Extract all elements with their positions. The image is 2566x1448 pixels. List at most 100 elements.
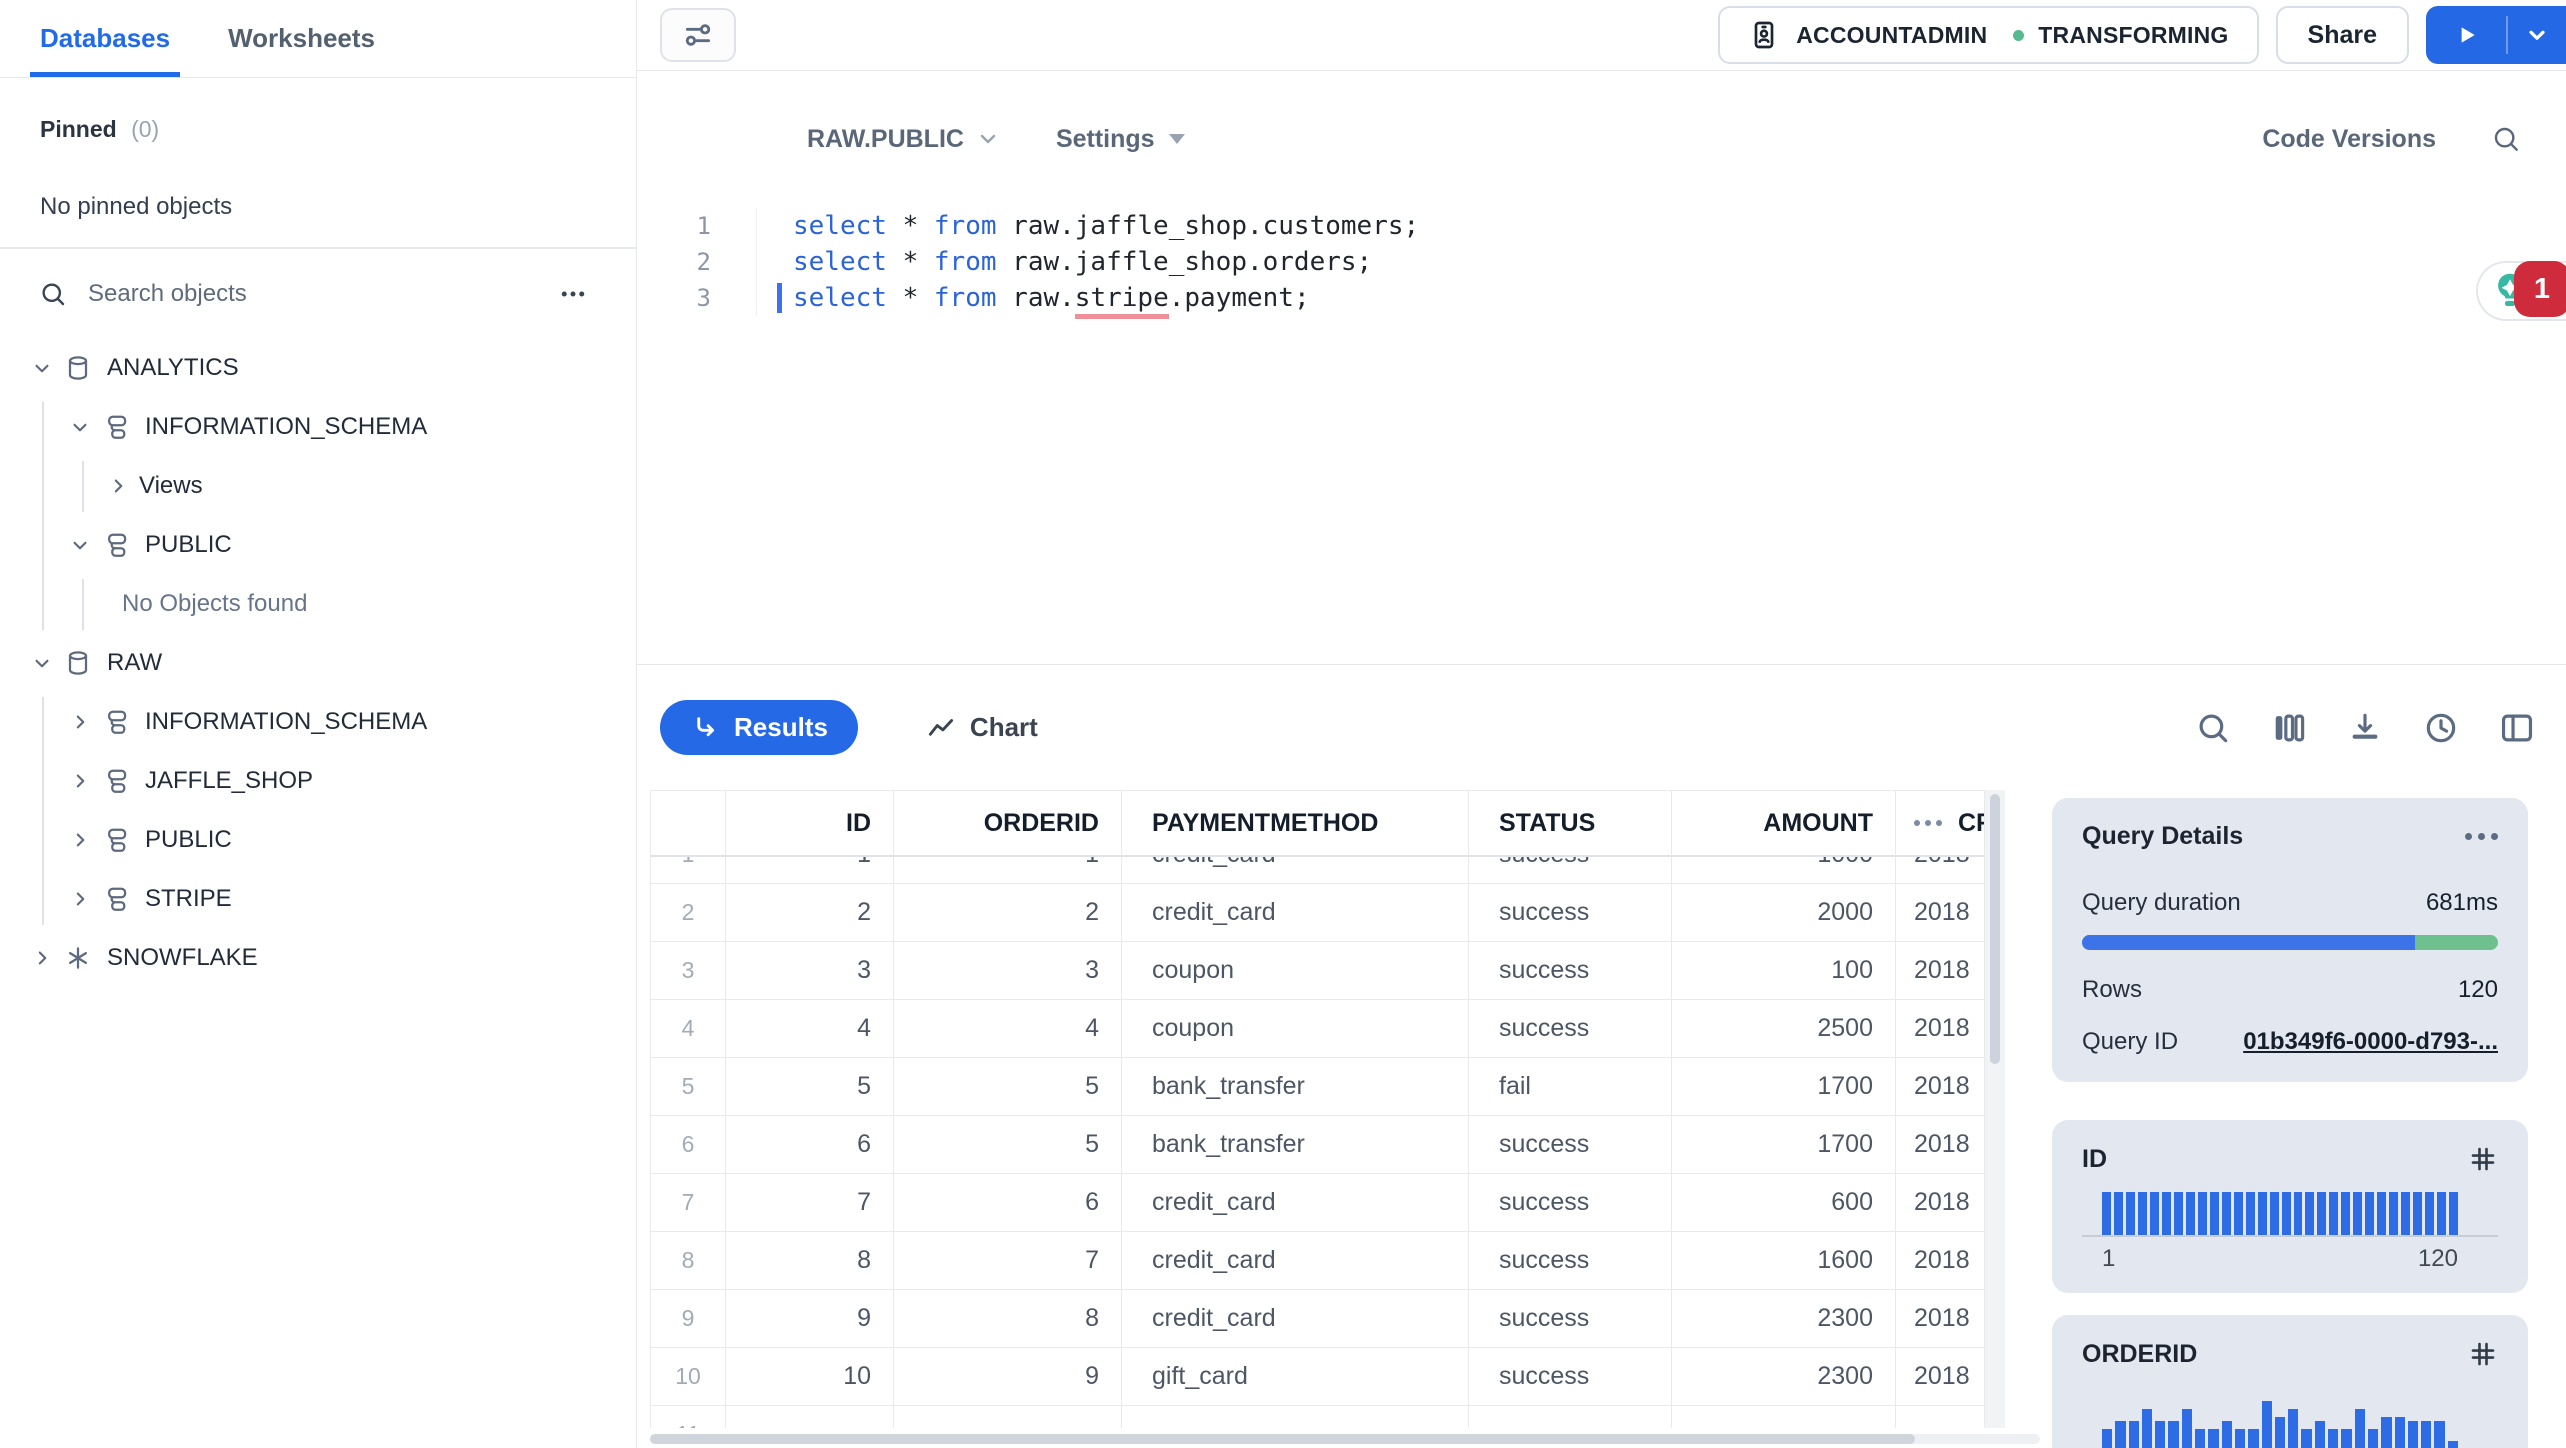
code-area[interactable]: 1 2 3 select * from raw.jaffle_shop.custom…	[637, 208, 2566, 319]
column-header-paymentmethod[interactable]: PAYMENTMETHOD	[1122, 791, 1469, 857]
columns-button[interactable]	[2270, 709, 2308, 747]
run-button[interactable]	[2426, 6, 2506, 64]
table-row[interactable]: 7 7 6 credit_card success 600 2018	[651, 1174, 1985, 1232]
role-label: ACCOUNTADMIN	[1796, 21, 1988, 48]
tree-item-jaffle-shop[interactable]: JAFFLE_SHOP	[0, 752, 636, 811]
chevron-right-icon[interactable]	[67, 827, 93, 853]
horizontal-scrollbar[interactable]	[650, 1434, 2040, 1444]
search-options-button[interactable]	[558, 279, 598, 309]
tab-results[interactable]: Results	[660, 700, 858, 755]
object-tree: ANALYTICS INFORMATION_SCHEMA Views PUBLIC No…	[0, 339, 636, 988]
column-header-orderid[interactable]: ORDERID	[894, 791, 1122, 857]
id-histogram	[2082, 1192, 2498, 1237]
object-search-row	[0, 249, 636, 339]
run-options-button[interactable]	[2508, 6, 2566, 64]
tree-item-stripe[interactable]: STRIPE	[0, 870, 636, 929]
table-cell: 2018	[1896, 1348, 1985, 1406]
table-row[interactable]: 4 4 4 coupon success 2500 2018	[651, 1000, 1985, 1058]
download-button[interactable]	[2346, 709, 2384, 747]
histogram-bar	[2233, 1192, 2243, 1235]
chevron-right-icon[interactable]	[67, 886, 93, 912]
editor-search-button[interactable]	[2490, 123, 2522, 155]
table-row[interactable]: 3 3 3 coupon success 100 2018	[651, 942, 1985, 1000]
code-versions-button[interactable]: Code Versions	[2262, 125, 2436, 154]
tree-item-analytics[interactable]: ANALYTICS	[0, 339, 636, 398]
assistant-suggestion-pill[interactable]: 1	[2476, 261, 2566, 321]
table-cell: 1600	[1672, 1232, 1896, 1290]
code-line-2[interactable]: select * from raw.jaffle_shop.orders;	[793, 244, 1419, 280]
play-icon	[2453, 22, 2479, 48]
chevron-right-icon[interactable]	[67, 709, 93, 735]
table-cell: success	[1469, 884, 1672, 942]
chevron-down-icon[interactable]	[67, 414, 93, 440]
worksheet-config-button[interactable]	[660, 8, 736, 62]
table-row[interactable]: 10 10 9 gift_card success 2300 2018	[651, 1348, 1985, 1406]
histogram-bar	[2208, 1429, 2219, 1448]
table-row[interactable]: 9 9 8 credit_card success 2300 2018	[651, 1290, 1985, 1348]
context-role-warehouse-button[interactable]: ACCOUNTADMIN TRANSFORMING	[1718, 6, 2259, 64]
settings-menu[interactable]: Settings	[1056, 125, 1185, 154]
chevron-down-icon[interactable]	[29, 355, 55, 381]
column-header-status[interactable]: STATUS	[1469, 791, 1672, 857]
code-lines[interactable]: select * from raw.jaffle_shop.customers;…	[757, 208, 1419, 319]
table-row[interactable]: 6 6 5 bank_transfer success 1700 2018	[651, 1116, 1985, 1174]
chevron-down-icon[interactable]	[67, 532, 93, 558]
tree-item-information-schema[interactable]: INFORMATION_SCHEMA	[0, 398, 636, 457]
chevron-down-icon[interactable]	[29, 650, 55, 676]
vertical-scrollbar-thumb[interactable]	[1990, 794, 2000, 1064]
search-input[interactable]	[88, 279, 558, 308]
tree-item-information-schema[interactable]: INFORMATION_SCHEMA	[0, 693, 636, 752]
tree-item-public[interactable]: PUBLIC	[0, 516, 636, 575]
row-number: 2	[651, 884, 726, 942]
numeric-column-icon[interactable]	[2468, 1339, 2498, 1369]
code-line-1[interactable]: select * from raw.jaffle_shop.customers;	[793, 208, 1419, 244]
column-header-label: PAYMENTMETHOD	[1152, 808, 1379, 837]
tab-worksheets[interactable]: Worksheets	[228, 0, 375, 77]
table-row[interactable]: 8 8 7 credit_card success 1600 2018	[651, 1232, 1985, 1290]
column-header-amount[interactable]: AMOUNT	[1672, 791, 1896, 857]
tree-item-public[interactable]: PUBLIC	[0, 811, 636, 870]
chevron-right-icon[interactable]	[105, 473, 131, 499]
main-area: ACCOUNTADMIN TRANSFORMING Share RAW.PUBL…	[637, 0, 2566, 1448]
column-header-id[interactable]: ID	[726, 791, 894, 857]
vertical-scrollbar[interactable]	[1985, 790, 2005, 1428]
table-cell: 5	[894, 1058, 1122, 1116]
table-row[interactable]: 5 5 5 bank_transfer fail 1700 2018	[651, 1058, 1985, 1116]
sql-text: *	[886, 283, 934, 313]
tab-chart[interactable]: Chart	[896, 700, 1068, 755]
table-cell: 2500	[1672, 1000, 1896, 1058]
tree-item-views[interactable]: Views	[0, 457, 636, 516]
results-table: ID ORDERID PAYMENTMETHOD STATUS AMOUNT CREATE…	[650, 790, 1985, 1428]
horizontal-scrollbar-thumb[interactable]	[650, 1434, 1915, 1444]
rows-label: Rows	[2082, 976, 2143, 1003]
table-cell: 1700	[1672, 1116, 1896, 1174]
histogram-bar	[2365, 1192, 2375, 1235]
chevron-right-icon[interactable]	[29, 945, 55, 971]
query-details-menu-button[interactable]	[2465, 833, 2498, 840]
warehouse-label: TRANSFORMING	[2038, 21, 2229, 48]
histogram-bar	[2305, 1192, 2315, 1235]
editor-toolbar: RAW.PUBLIC Settings Code Versions	[637, 111, 2566, 167]
tree-item-snowflake[interactable]: SNOWFLAKE	[0, 929, 636, 988]
query-id-link[interactable]: 01b349f6-0000-d793-...	[2243, 1028, 2498, 1056]
tab-databases[interactable]: Databases	[29, 0, 181, 77]
histogram-bar	[2407, 1421, 2419, 1448]
table-row[interactable]: 2 2 2 credit_card success 2000 2018	[651, 884, 1985, 942]
numeric-column-icon[interactable]	[2468, 1144, 2498, 1174]
query-id-label: Query ID	[2082, 1028, 2179, 1055]
table-cell: 7	[894, 1232, 1122, 1290]
search-results-button[interactable]	[2194, 709, 2232, 747]
database-schema-selector[interactable]: RAW.PUBLIC	[807, 125, 1000, 154]
column-menu-icon[interactable]	[1914, 820, 1942, 826]
table-header-row: ID ORDERID PAYMENTMETHOD STATUS AMOUNT CREATE…	[651, 791, 1985, 857]
histogram-bar	[2389, 1192, 2399, 1235]
table-row[interactable]: 11	[651, 1406, 1985, 1428]
tree-item-raw[interactable]: RAW	[0, 634, 636, 693]
split-panel-button[interactable]	[2498, 709, 2536, 747]
histogram-bar	[2447, 1441, 2459, 1448]
share-button[interactable]: Share	[2275, 6, 2409, 64]
history-button[interactable]	[2422, 709, 2460, 747]
chevron-right-icon[interactable]	[67, 768, 93, 794]
column-header-created[interactable]: CREATED	[1896, 791, 1985, 857]
code-line-3[interactable]: select * from raw.stripe.payment;	[777, 280, 1419, 319]
